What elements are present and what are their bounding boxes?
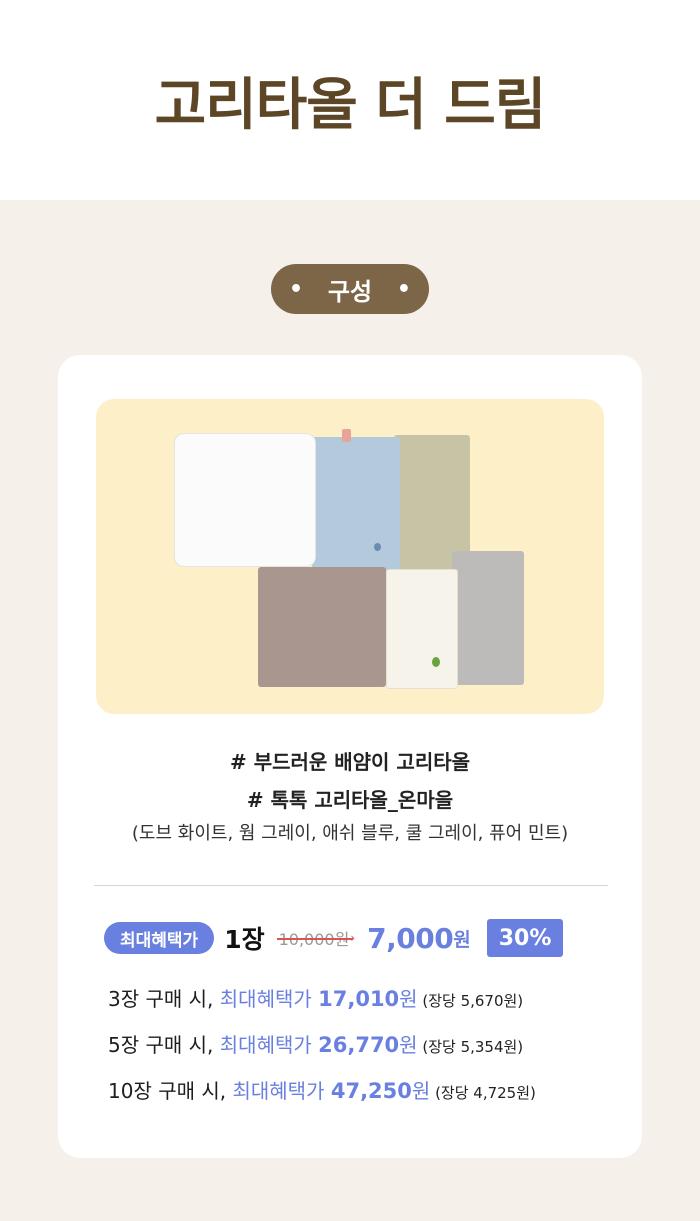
blue-leaf-icon bbox=[374, 543, 381, 551]
dot-left-icon: • bbox=[289, 276, 304, 302]
section-label: • 구성 • bbox=[271, 264, 429, 314]
tier-row-5: 5장 구매 시, 최대혜택가 26,770원 (장당 5,354원) bbox=[108, 1023, 536, 1069]
product-card: # 부드러운 배얌이 고리타올 # 톡톡 고리타올_온마을 (도브 화이트, 웜… bbox=[58, 355, 642, 1158]
tier-row-3: 3장 구매 시, 최대혜택가 17,010원 (장당 5,670원) bbox=[108, 977, 536, 1023]
section-label-wrap: • 구성 • bbox=[0, 264, 700, 314]
strikethrough-line bbox=[276, 938, 354, 940]
ivory-towel bbox=[386, 569, 458, 689]
page-title: 고리타올 더 드림 bbox=[154, 72, 547, 138]
towel-tag-icon bbox=[342, 429, 351, 442]
tier-list: 3장 구매 시, 최대혜택가 17,010원 (장당 5,670원) 5장 구매… bbox=[108, 977, 536, 1115]
blue-towel bbox=[312, 437, 400, 571]
tier-row-10: 10장 구매 시, 최대혜택가 47,250원 (장당 4,725원) bbox=[108, 1069, 536, 1115]
tier-unit: 원 bbox=[399, 1033, 418, 1057]
green-leaf-icon bbox=[432, 657, 440, 667]
tier-unit: 원 bbox=[399, 987, 418, 1011]
section-label-text: 구성 bbox=[327, 277, 373, 306]
product-line-2: # 톡톡 고리타올_온마을 bbox=[246, 788, 454, 812]
tier-amount: 26,770 bbox=[318, 1033, 400, 1057]
tier-prefix: 10장 구매 시, bbox=[108, 1079, 233, 1103]
tier-prefix: 5장 구매 시, bbox=[108, 1033, 220, 1057]
tier-label: 최대혜택가 bbox=[232, 1079, 331, 1103]
tier-unit: 원 bbox=[411, 1079, 431, 1103]
tier-amount: 47,250 bbox=[330, 1079, 412, 1103]
sale-price-unit: 원 bbox=[453, 928, 471, 951]
tier-amount: 17,010 bbox=[318, 987, 400, 1011]
product-line-1: # 부드러운 배얌이 고리타올 bbox=[229, 750, 471, 774]
tier-per: (장당 5,354원) bbox=[417, 1038, 524, 1056]
sale-price: 7,000 bbox=[367, 921, 454, 955]
product-image bbox=[96, 399, 604, 714]
dot-right-icon: • bbox=[396, 276, 411, 302]
quantity-label: 1장 bbox=[224, 925, 265, 954]
green-towel bbox=[394, 435, 470, 569]
product-description: # 부드러운 배얌이 고리타올 # 톡톡 고리타올_온마을 (도브 화이트, 웜… bbox=[58, 743, 642, 847]
white-towel bbox=[174, 433, 316, 567]
grey-towel bbox=[452, 551, 524, 685]
tier-per: (장당 4,725원) bbox=[430, 1084, 536, 1102]
discount-badge: 30% bbox=[486, 919, 564, 957]
original-price: 10,000원 bbox=[276, 926, 354, 950]
tier-prefix: 3장 구매 시, bbox=[108, 987, 220, 1011]
divider bbox=[94, 885, 608, 886]
header: 고리타올 더 드림 bbox=[0, 0, 700, 200]
tier-label: 최대혜택가 bbox=[219, 1033, 319, 1057]
color-options: (도브 화이트, 웜 그레이, 애쉬 블루, 쿨 그레이, 퓨어 민트) bbox=[131, 823, 569, 844]
taupe-towel bbox=[258, 567, 386, 687]
tier-label: 최대혜택가 bbox=[219, 987, 319, 1011]
price-row: 최대혜택가 1장 10,000원 › 7,000 원 30% bbox=[104, 918, 604, 958]
tier-per: (장당 5,670원) bbox=[417, 992, 524, 1010]
max-benefit-badge: 최대혜택가 bbox=[104, 922, 215, 954]
